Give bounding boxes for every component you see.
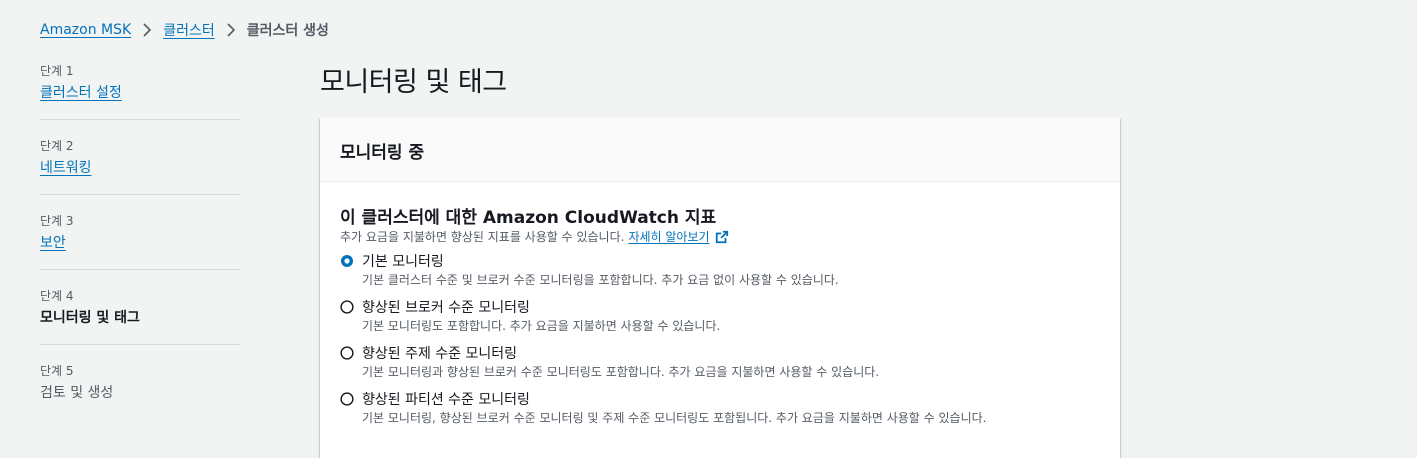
radio-label: 향상된 주제 수준 모니터링: [362, 346, 518, 362]
panel-title: 모니터링 중: [340, 143, 425, 163]
radio-description: 기본 모니터링과 향상된 브로커 수준 모니터링도 포함합니다. 추가 요금을 …: [362, 365, 880, 379]
step-link-cluster-settings[interactable]: 클러스터 설정: [40, 82, 122, 102]
radio-label: 향상된 파티션 수준 모니터링: [362, 392, 530, 408]
section-description-text: 추가 요금을 지불하면 향상된 지표를 사용할 수 있습니다.: [340, 230, 625, 244]
wizard-step-4: 단계 4 모니터링 및 태그: [40, 287, 240, 362]
radio-selected-icon[interactable]: [340, 254, 354, 268]
step-divider: [40, 269, 240, 270]
step-divider: [40, 344, 240, 345]
learn-more-link[interactable]: 자세히 알아보기: [628, 228, 709, 245]
monitoring-panel: 모니터링 중 이 클러스터에 대한 Amazon CloudWatch 지표 추…: [320, 118, 1120, 458]
step-current-monitoring-tags: 모니터링 및 태그: [40, 310, 140, 326]
radio-option-enhanced-topic-monitoring[interactable]: 향상된 주제 수준 모니터링 기본 모니터링과 향상된 브로커 수준 모니터링도…: [340, 343, 1100, 383]
radio-label: 기본 모니터링: [362, 254, 444, 270]
panel-header: 모니터링 중: [320, 118, 1120, 182]
wizard-step-1: 단계 1 클러스터 설정: [40, 62, 240, 137]
breadcrumb: Amazon MSK 클러스터 클러스터 생성: [40, 20, 329, 40]
step-review-create: 검토 및 생성: [40, 385, 114, 401]
wizard-step-2: 단계 2 네트워킹: [40, 137, 240, 212]
radio-option-basic-monitoring[interactable]: 기본 모니터링 기본 클러스터 수준 및 브로커 수준 모니터링을 포함합니다.…: [340, 251, 1100, 291]
wizard-steps: 단계 1 클러스터 설정 단계 2 네트워킹 단계 3 보안 단계 4 모니터링…: [40, 62, 240, 437]
step-divider: [40, 119, 240, 120]
radio-option-enhanced-broker-monitoring[interactable]: 향상된 브로커 수준 모니터링 기본 모니터링도 포함합니다. 추가 요금을 지…: [340, 297, 1100, 337]
step-number: 단계 4: [40, 289, 74, 303]
radio-description: 기본 모니터링도 포함합니다. 추가 요금을 지불하면 사용할 수 있습니다.: [362, 319, 721, 333]
step-link-security[interactable]: 보안: [40, 232, 66, 252]
section-title: 이 클러스터에 대한 Amazon CloudWatch 지표: [340, 208, 717, 228]
radio-unselected-icon[interactable]: [340, 392, 354, 406]
step-number: 단계 5: [40, 364, 74, 378]
step-number: 단계 3: [40, 214, 74, 228]
wizard-step-3: 단계 3 보안: [40, 212, 240, 287]
breadcrumb-current: 클러스터 생성: [246, 23, 329, 39]
step-number: 단계 1: [40, 64, 74, 78]
radio-description: 기본 모니터링, 향상된 브로커 수준 모니터링 및 주제 수준 모니터링도 포…: [362, 411, 987, 425]
step-link-networking[interactable]: 네트워킹: [40, 157, 92, 177]
radio-option-enhanced-partition-monitoring[interactable]: 향상된 파티션 수준 모니터링 기본 모니터링, 향상된 브로커 수준 모니터링…: [340, 389, 1100, 429]
step-number: 단계 2: [40, 139, 74, 153]
chevron-right-icon: [143, 23, 152, 37]
external-link-icon[interactable]: [715, 230, 729, 244]
chevron-right-icon: [227, 23, 235, 37]
page-title: 모니터링 및 태그: [320, 67, 507, 98]
breadcrumb-amazon-msk[interactable]: Amazon MSK: [40, 22, 131, 38]
radio-unselected-icon[interactable]: [340, 346, 354, 360]
breadcrumb-clusters[interactable]: 클러스터: [163, 20, 215, 40]
radio-unselected-icon[interactable]: [340, 300, 354, 314]
radio-description: 기본 클러스터 수준 및 브로커 수준 모니터링을 포함합니다. 추가 요금 없…: [362, 273, 839, 287]
wizard-step-5: 단계 5 검토 및 생성: [40, 362, 240, 437]
section-description: 추가 요금을 지불하면 향상된 지표를 사용할 수 있습니다. 자세히 알아보기: [340, 228, 729, 245]
step-divider: [40, 194, 240, 195]
radio-label: 향상된 브로커 수준 모니터링: [362, 300, 530, 316]
